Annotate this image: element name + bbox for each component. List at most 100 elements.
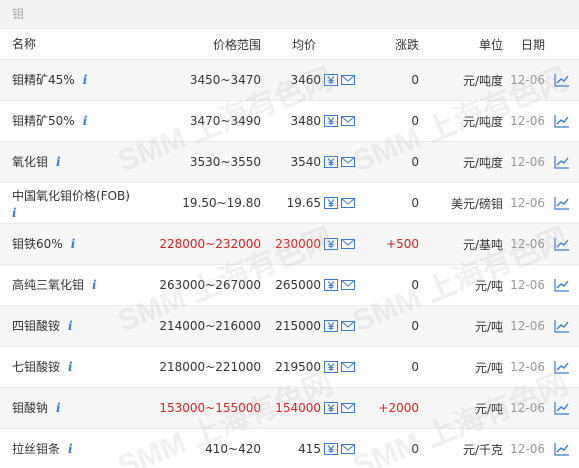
price-alert-icon[interactable] xyxy=(324,74,338,86)
price-change: 0 xyxy=(411,442,419,456)
info-icon[interactable]: i xyxy=(83,72,88,89)
price-change: +500 xyxy=(386,237,419,251)
price-alert-icon[interactable] xyxy=(324,443,338,455)
price-range: 218000~221000 xyxy=(159,360,261,374)
date: 12-06 xyxy=(510,155,545,169)
table-row[interactable]: 钼精矿45% i 3450~3470 3460 0 元/吨度 12-06 xyxy=(0,59,579,100)
mail-icon[interactable] xyxy=(341,197,355,209)
avg-price: 219500 xyxy=(275,360,321,374)
price-alert-icon[interactable] xyxy=(324,279,338,291)
price-range: 228000~232000 xyxy=(159,237,261,251)
product-name[interactable]: 四钼酸铵 xyxy=(12,318,60,335)
table-row[interactable]: 拉丝钼条 i 410~420 415 0 元/千克 12-06 xyxy=(0,428,579,468)
info-icon[interactable]: i xyxy=(71,236,76,253)
product-name[interactable]: 氧化钼 xyxy=(12,154,48,171)
header-unit: 单位 xyxy=(478,37,503,52)
mail-icon[interactable] xyxy=(341,402,355,414)
product-name[interactable]: 拉丝钼条 xyxy=(12,441,60,458)
table-row[interactable]: 钼精矿50% i 3470~3490 3480 0 元/吨度 12-06 xyxy=(0,100,579,141)
avg-price: 3540 xyxy=(290,155,321,169)
avg-price-cell: 3460 xyxy=(263,73,359,87)
header-name: 名称 xyxy=(12,36,37,51)
trend-chart-icon[interactable] xyxy=(545,237,579,251)
product-name[interactable]: 高纯三氧化钼 xyxy=(12,277,84,294)
mail-icon[interactable] xyxy=(341,156,355,168)
info-icon[interactable]: i xyxy=(68,359,73,376)
price-change: +2000 xyxy=(378,401,419,415)
product-name[interactable]: 钼酸钠 xyxy=(12,400,48,417)
trend-chart-icon[interactable] xyxy=(545,442,579,456)
table-row[interactable]: 中国氧化钼价格(FOB) i 19.50~19.80 19.65 0 美元/磅钼 12-06 xyxy=(0,182,579,223)
trend-chart-icon[interactable] xyxy=(545,278,579,292)
mail-icon[interactable] xyxy=(341,443,355,455)
price-alert-icon[interactable] xyxy=(324,320,338,332)
product-name[interactable]: 钼精矿50% xyxy=(12,113,75,130)
price-range: 19.50~19.80 xyxy=(182,196,261,210)
product-name-cell: 四钼酸铵 i xyxy=(0,318,150,335)
price-range: 3470~3490 xyxy=(189,114,261,128)
product-name[interactable]: 钼精矿45% xyxy=(12,72,75,89)
table-row[interactable]: 钼酸钠 i 153000~155000 154000 +2000 元/吨 12-06 xyxy=(0,387,579,428)
mail-icon[interactable] xyxy=(341,320,355,332)
date: 12-06 xyxy=(510,278,545,292)
avg-price: 265000 xyxy=(275,278,321,292)
price-change: 0 xyxy=(411,319,419,333)
price-range: 3450~3470 xyxy=(189,73,261,87)
avg-price-cell: 230000 xyxy=(263,237,359,251)
price-change: 0 xyxy=(411,360,419,374)
info-icon[interactable]: i xyxy=(12,205,22,222)
info-icon[interactable]: i xyxy=(56,154,61,171)
table-row[interactable]: 七钼酸铵 i 218000~221000 219500 0 元/吨 12-06 xyxy=(0,346,579,387)
avg-price: 230000 xyxy=(275,237,321,251)
unit: 元/吨度 xyxy=(462,73,503,88)
price-change: 0 xyxy=(411,73,419,87)
price-alert-icon[interactable] xyxy=(324,402,338,414)
product-name-cell: 七钼酸铵 i xyxy=(0,359,150,376)
price-alert-icon[interactable] xyxy=(324,361,338,373)
mail-icon[interactable] xyxy=(341,74,355,86)
date: 12-06 xyxy=(510,114,545,128)
table-row[interactable]: 四钼酸铵 i 214000~216000 215000 0 元/吨 12-06 xyxy=(0,305,579,346)
mail-icon[interactable] xyxy=(341,238,355,250)
avg-price: 3460 xyxy=(290,73,321,87)
price-range: 3530~3550 xyxy=(189,155,261,169)
trend-chart-icon[interactable] xyxy=(545,114,579,128)
info-icon[interactable]: i xyxy=(68,441,73,458)
table-header: 名称 价格范围 均价 涨跌 单位 日期 xyxy=(0,29,579,59)
price-alert-icon[interactable] xyxy=(324,156,338,168)
price-alert-icon[interactable] xyxy=(324,238,338,250)
mail-icon[interactable] xyxy=(341,115,355,127)
info-icon[interactable]: i xyxy=(68,318,73,335)
info-icon[interactable]: i xyxy=(56,400,61,417)
price-range: 153000~155000 xyxy=(159,401,261,415)
date: 12-06 xyxy=(510,319,545,333)
product-name[interactable]: 七钼酸铵 xyxy=(12,359,60,376)
trend-chart-icon[interactable] xyxy=(545,155,579,169)
mail-icon[interactable] xyxy=(341,361,355,373)
price-alert-icon[interactable] xyxy=(324,115,338,127)
product-name-cell: 钼精矿45% i xyxy=(0,72,150,89)
info-icon[interactable]: i xyxy=(83,113,88,130)
table-row[interactable]: 氧化钼 i 3530~3550 3540 0 元/吨度 12-06 xyxy=(0,141,579,182)
trend-chart-icon[interactable] xyxy=(545,319,579,333)
table-row[interactable]: 钼铁60% i 228000~232000 230000 +500 元/基吨 12-06 xyxy=(0,223,579,264)
header-range: 价格范围 xyxy=(212,37,261,52)
mail-icon[interactable] xyxy=(341,279,355,291)
trend-chart-icon[interactable] xyxy=(545,196,579,210)
price-alert-icon[interactable] xyxy=(324,197,338,209)
trend-chart-icon[interactable] xyxy=(545,360,579,374)
unit: 元/吨度 xyxy=(462,155,503,170)
avg-price: 3480 xyxy=(290,114,321,128)
date: 12-06 xyxy=(510,73,545,87)
avg-price-cell: 3480 xyxy=(263,114,359,128)
table-row[interactable]: 高纯三氧化钼 i 263000~267000 265000 0 元/吨 12-06 xyxy=(0,264,579,305)
avg-price-cell: 215000 xyxy=(263,319,359,333)
trend-chart-icon[interactable] xyxy=(545,401,579,415)
product-name[interactable]: 中国氧化钼价格(FOB) xyxy=(12,189,130,203)
info-icon[interactable]: i xyxy=(92,277,97,294)
product-name-cell: 钼精矿50% i xyxy=(0,113,150,130)
price-range: 410~420 xyxy=(205,442,261,456)
product-name[interactable]: 钼铁60% xyxy=(12,236,63,253)
avg-price: 215000 xyxy=(275,319,321,333)
trend-chart-icon[interactable] xyxy=(545,73,579,87)
